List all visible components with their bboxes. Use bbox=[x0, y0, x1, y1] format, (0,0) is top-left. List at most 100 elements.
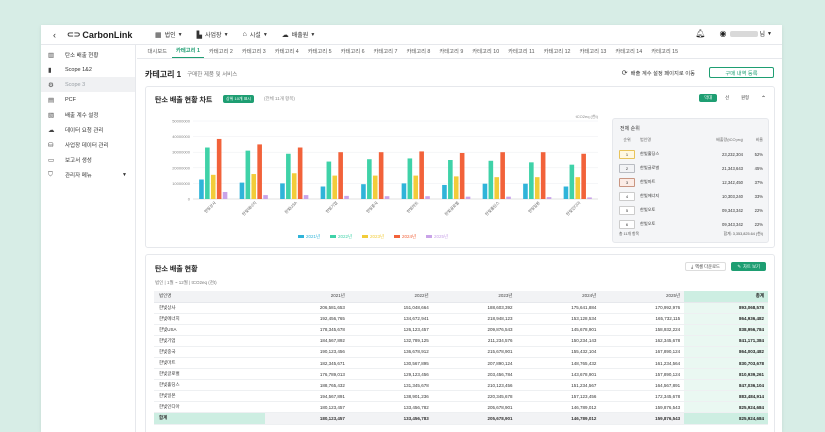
tab-category-11[interactable]: 카테고리 11 bbox=[504, 47, 539, 58]
sidebar-item-label: Scope 3 bbox=[65, 81, 86, 88]
chart-view-button[interactable]: ✎ 차트 보기 bbox=[731, 262, 766, 271]
table-cell: 180,123,457 bbox=[265, 401, 349, 414]
table-cell: 126,123,457 bbox=[348, 324, 433, 336]
line-chart-button[interactable]: 선 bbox=[721, 94, 733, 102]
tab-category-8[interactable]: 카테고리 8 bbox=[402, 47, 435, 58]
bar bbox=[338, 152, 343, 199]
bar bbox=[372, 175, 378, 199]
legend-swatch bbox=[394, 235, 400, 238]
sidebar-item-admin[interactable]: ⛉ 관리자 메뉴 ▼ bbox=[41, 167, 135, 182]
table-cell: 182,345,671 bbox=[265, 357, 349, 370]
nav-corporation[interactable]: ▦ 법인 ▼ bbox=[155, 30, 183, 40]
table-row: 한빛홀딩스 188,765,432 131,345,678 210,123,456 15… bbox=[154, 379, 768, 392]
sidebar-item-scope3[interactable]: ⚙ Scope 3 bbox=[41, 77, 135, 92]
page-actions: ⟳ 배출 계수 설정 페이지로 이동 구매 내역 등록 bbox=[622, 67, 774, 78]
chart-card: 탄소 배출 현황 차트 상위 10개 표시 (전체 11개 항목) 막대 선 원… bbox=[145, 86, 775, 248]
coefficient-icon: ▧ bbox=[48, 111, 55, 119]
tab-category-2[interactable]: 카테고리 2 bbox=[204, 47, 237, 58]
tab-category-13[interactable]: 카테고리 13 bbox=[575, 47, 611, 58]
bar bbox=[563, 186, 569, 199]
table-cell: 157,890,124 bbox=[600, 368, 685, 381]
chevron-up-icon[interactable]: ⌃ bbox=[761, 95, 766, 102]
tab-category-1[interactable]: 카테고리 1 bbox=[171, 46, 205, 58]
nav-source[interactable]: ☁ 배출원 ▼ bbox=[282, 30, 316, 40]
page-title: 카테고리 1 bbox=[145, 69, 182, 79]
tab-category-12[interactable]: 카테고리 12 bbox=[539, 47, 575, 58]
table-row: 한빛기업 184,567,892 132,789,125 211,234,576 150… bbox=[154, 335, 768, 347]
nav-site[interactable]: ▙ 사업장 ▼ bbox=[197, 30, 229, 40]
table-row: 한빛에너지 192,456,765 134,672,941 218,948,123 15… bbox=[154, 313, 768, 325]
bar-chart-button[interactable]: 막대 bbox=[699, 94, 718, 102]
table-header-cell[interactable]: 2022년 bbox=[348, 291, 433, 303]
bar bbox=[459, 152, 465, 199]
table-card: 탄소 배출 현황 법인 | 1월 ~ 12월 | tCO2eq (천t) ⤓ 엑셀… bbox=[145, 254, 775, 432]
table-cell: 151,048,664 bbox=[348, 302, 433, 314]
table-header-cell[interactable]: 2024년 bbox=[516, 291, 601, 303]
table-header-cell[interactable]: 법인명 bbox=[154, 291, 266, 303]
page-header: 카테고리 1 구매한 제품 및 서비스 ⟳ 배출 계수 설정 페이지로 이동 구매… bbox=[145, 67, 774, 81]
x-tick-label: 한빛홀딩스 bbox=[483, 199, 500, 216]
excel-download-button[interactable]: ⤓ 엑셀 다운로드 bbox=[685, 262, 726, 271]
table-header-cell[interactable]: 총계 bbox=[684, 291, 768, 303]
rank-value: 09,343,342 bbox=[722, 207, 743, 213]
sidebar-item-emission-status[interactable]: ▥ 탄소 배출 현황 bbox=[41, 47, 135, 62]
ranking-footer: 총 11개 항목 합계: 3,353,825.64 (천t) bbox=[619, 232, 763, 237]
table-cell: 215,678,901 bbox=[432, 346, 517, 358]
tab-category-10[interactable]: 카테고리 10 bbox=[468, 47, 504, 58]
tab-category-3[interactable]: 카테고리 3 bbox=[237, 47, 270, 58]
x-tick-label: 한빛기업 bbox=[324, 199, 339, 214]
x-tick-label: 한빛USA bbox=[283, 199, 298, 214]
sidebar-item-label: 탄소 배출 현황 bbox=[65, 52, 99, 59]
rank-name: 한빛마트 bbox=[640, 179, 656, 184]
register-purchase-button[interactable]: 구매 내역 등록 bbox=[709, 67, 774, 78]
nav-label: 시설 bbox=[249, 33, 261, 39]
sidebar-item-pcf[interactable]: ▤ PCF bbox=[41, 92, 135, 107]
sidebar-item-coefficient[interactable]: ▧ 배출 계수 설정 bbox=[41, 107, 135, 122]
tab-dashboard[interactable]: 대시보드 bbox=[143, 47, 172, 58]
back-icon[interactable]: ‹ bbox=[53, 30, 63, 40]
corporation-name-cell: 한빛USA bbox=[154, 324, 266, 336]
table-header-cell[interactable]: 2021년 bbox=[265, 291, 349, 303]
pie-chart-button[interactable]: 원형 bbox=[737, 94, 753, 102]
tab-category-9[interactable]: 카테고리 9 bbox=[435, 47, 468, 58]
tab-category-4[interactable]: 카테고리 4 bbox=[270, 47, 303, 58]
tab-category-7[interactable]: 카테고리 7 bbox=[369, 47, 402, 58]
rank-badge: 2 bbox=[619, 163, 635, 173]
pcf-icon: ▤ bbox=[48, 96, 55, 104]
table-cell: 825,924,684 bbox=[684, 401, 768, 414]
logo[interactable]: ⊂⊃ CarbonLink bbox=[67, 30, 147, 40]
chevron-down-icon: ▼ bbox=[223, 31, 229, 38]
category-tabs: 대시보드 카테고리 1 카테고리 2 카테고리 3 카테고리 4 카테고리 5 카테고리 6… bbox=[137, 45, 782, 59]
bar bbox=[407, 158, 413, 199]
table-cell: 184,567,892 bbox=[265, 335, 349, 347]
tab-category-15[interactable]: 카테고리 15 bbox=[647, 47, 683, 58]
nav-facility[interactable]: ⌂ 시설 ▼ bbox=[243, 30, 268, 39]
tab-category-5[interactable]: 카테고리 5 bbox=[303, 47, 336, 58]
table-header-cell[interactable]: 2023년 bbox=[432, 291, 517, 303]
bar bbox=[401, 183, 407, 199]
table-cell: 838,956,784 bbox=[684, 324, 768, 336]
bar bbox=[442, 184, 447, 199]
chevron-down-icon[interactable]: ▼ bbox=[767, 31, 772, 37]
bar bbox=[500, 152, 505, 199]
table-row: 한빛상사 206,581,653 151,048,664 188,603,392 175… bbox=[154, 302, 768, 314]
bell-icon[interactable]: 🔔︎ bbox=[695, 29, 705, 38]
tab-category-6[interactable]: 카테고리 6 bbox=[336, 47, 369, 58]
sidebar-item-report[interactable]: ▭ 보고서 생성 bbox=[41, 152, 135, 167]
legend-swatch bbox=[298, 235, 304, 238]
sidebar-item-label: Scope 1&2 bbox=[65, 66, 92, 73]
table-cell: 864,003,482 bbox=[684, 346, 768, 358]
tab-category-14[interactable]: 카테고리 14 bbox=[611, 47, 647, 58]
rank-value: 09,343,342 bbox=[722, 221, 743, 227]
ranking-header-value: 배출량(tCO₂eq) bbox=[716, 137, 743, 142]
table-cell: 143,678,901 bbox=[516, 368, 601, 381]
coefficient-link[interactable]: ⟳ 배출 계수 설정 페이지로 이동 bbox=[622, 69, 695, 77]
user-icon[interactable]: ◉ bbox=[720, 29, 727, 38]
table-header-cell[interactable]: 2025년 bbox=[600, 291, 685, 303]
table-cell: 172,345,678 bbox=[600, 390, 685, 403]
legend-swatch bbox=[426, 235, 432, 238]
sidebar-item-data-request[interactable]: ☁ 데이터 요청 관리 bbox=[41, 122, 135, 137]
sidebar-item-site-data[interactable]: ⛁ 사업장 데이터 관리 bbox=[41, 137, 135, 152]
table-row: 한빛USA 178,345,678 126,123,457 209,876,543 14… bbox=[154, 324, 768, 336]
sidebar-item-scope12[interactable]: ▮ Scope 1&2 bbox=[41, 62, 135, 77]
